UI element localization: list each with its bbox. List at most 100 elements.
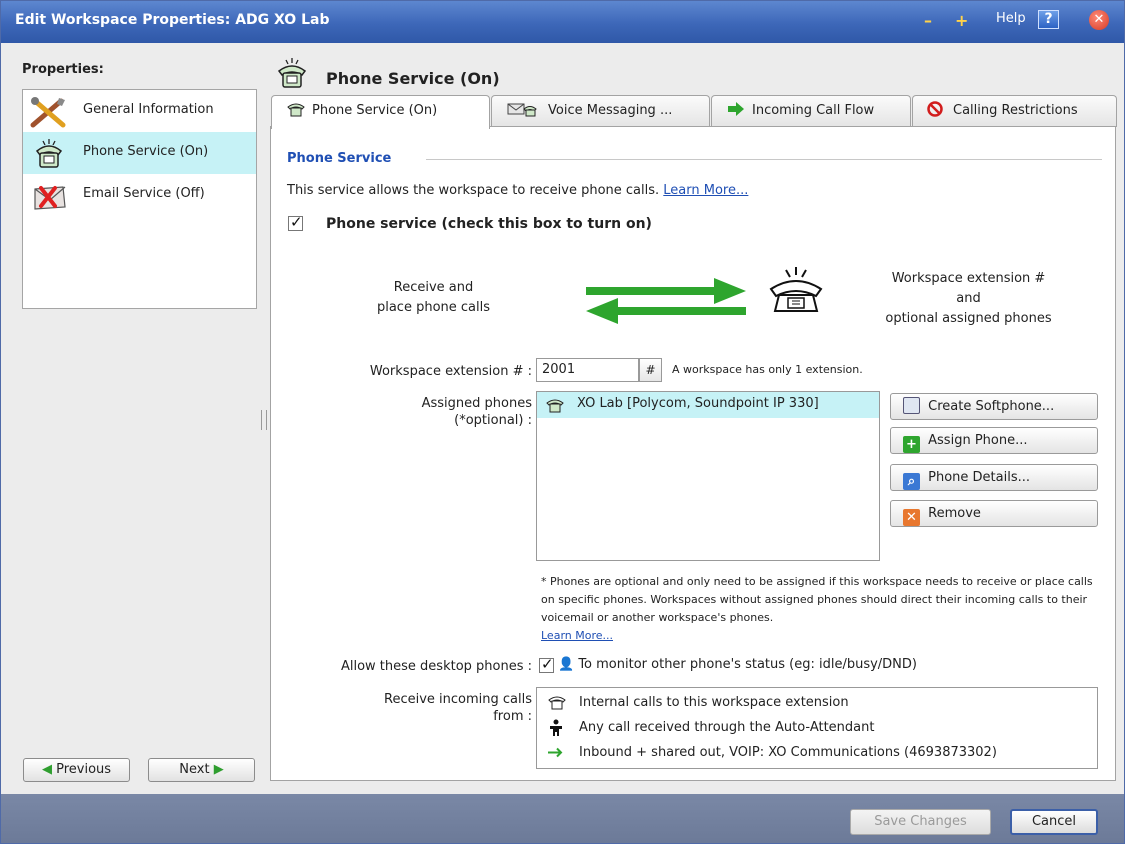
extension-picker-button[interactable]: #	[639, 358, 662, 382]
footnote-text: * Phones are optional and only need to b…	[541, 575, 1093, 624]
diagram-right-line: and	[956, 291, 981, 306]
window-title: Edit Workspace Properties: ADG XO Lab	[15, 12, 330, 28]
tab-incoming-call-flow[interactable]: Incoming Call Flow	[711, 95, 911, 127]
save-changes-button[interactable]: Save Changes	[850, 809, 991, 835]
phone-service-label: Phone service (check this box to turn on…	[326, 216, 652, 232]
email-off-icon	[29, 179, 69, 213]
help-label[interactable]: Help	[996, 11, 1026, 26]
previous-label: Previous	[56, 762, 112, 777]
button-label: Remove	[928, 506, 981, 521]
desktop-phones-option: 👤 To monitor other phone's status (eg: i…	[558, 657, 917, 672]
section-divider	[426, 159, 1102, 160]
phone-icon	[273, 57, 311, 91]
assigned-phones-label: Assigned phones (*optional) :	[287, 395, 532, 429]
tab-calling-restrictions[interactable]: Calling Restrictions	[912, 95, 1117, 127]
intro-sentence: This service allows the workspace to rec…	[287, 183, 660, 198]
tools-icon	[29, 95, 69, 129]
remove-button[interactable]: ✕ Remove	[890, 500, 1098, 527]
properties-item-label: Phone Service (On)	[83, 144, 209, 159]
diagram-left-line: Receive and	[393, 280, 474, 295]
extension-label: Workspace extension # :	[369, 364, 532, 379]
button-label: Assign Phone...	[928, 433, 1028, 448]
tab-voice-messaging[interactable]: Voice Messaging ...	[491, 95, 710, 127]
monitor-icon	[903, 397, 920, 414]
desktop-phones-checkbox[interactable]: ✓	[539, 655, 554, 673]
green-arrow-icon	[547, 744, 565, 761]
remove-x-icon: ✕	[903, 509, 920, 526]
checkmark-icon: ✓	[290, 213, 303, 231]
incoming-text: Any call received through the Auto-Atten…	[579, 720, 875, 735]
edit-workspace-dialog: Edit Workspace Properties: ADG XO Lab – …	[0, 0, 1125, 844]
minimize-button[interactable]: –	[924, 9, 932, 33]
tab-label: Incoming Call Flow	[752, 103, 875, 118]
create-softphone-button[interactable]: Create Softphone...	[890, 393, 1098, 420]
assigned-phones-list[interactable]: XO Lab [Polycom, Soundpoint IP 330]	[536, 391, 880, 561]
phone-icon	[545, 397, 565, 422]
incoming-calls-label: Receive incoming calls from :	[287, 691, 532, 725]
no-entry-icon	[927, 99, 947, 117]
properties-item-phone-service[interactable]: Phone Service (On)	[23, 132, 256, 174]
assigned-phones-footnote: * Phones are optional and only need to b…	[541, 573, 1101, 645]
diagram-left-text: Receive and place phone calls	[341, 278, 526, 318]
panel-splitter[interactable]	[261, 410, 267, 430]
list-item[interactable]: XO Lab [Polycom, Soundpoint IP 330]	[537, 392, 879, 418]
button-label: Phone Details...	[928, 470, 1031, 485]
phone-service-panel: Phone Service This service allows the wo…	[270, 126, 1116, 781]
two-way-arrows-icon	[581, 275, 751, 331]
magnifier-icon: ⌕	[903, 473, 920, 490]
triangle-left-icon: ◀	[41, 762, 52, 777]
properties-item-email-service[interactable]: Email Service (Off)	[23, 174, 256, 216]
properties-item-label: General Information	[83, 102, 214, 117]
plus-icon: +	[903, 436, 920, 453]
section-title: Phone Service	[287, 151, 392, 166]
title-bar: Edit Workspace Properties: ADG XO Lab – …	[1, 1, 1124, 43]
assigned-phones-label-line: Assigned phones	[421, 396, 532, 411]
diagram-right-line: Workspace extension #	[891, 271, 1046, 286]
desktop-phones-label: Allow these desktop phones :	[340, 659, 532, 674]
incoming-text: Internal calls to this workspace extensi…	[579, 695, 849, 710]
list-item: Inbound + shared out, VOIP: XO Communica…	[537, 740, 1097, 765]
assigned-phones-label-line: (*optional) :	[454, 413, 532, 428]
tab-label: Phone Service (On)	[312, 103, 438, 118]
tab-phone-service[interactable]: Phone Service (On)	[271, 95, 490, 129]
desk-phone-icon	[765, 265, 827, 319]
attendant-icon	[547, 719, 565, 736]
phone-details-button[interactable]: ⌕ Phone Details...	[890, 464, 1098, 491]
next-button[interactable]: Next ▶	[148, 758, 255, 782]
maximize-button[interactable]: +	[955, 9, 968, 33]
incoming-text: Inbound + shared out, VOIP: XO Communica…	[579, 745, 997, 760]
extension-note: A workspace has only 1 extension.	[672, 363, 863, 376]
phone-icon	[286, 99, 306, 117]
voicemail-icon	[506, 99, 542, 117]
footnote-learn-more-link[interactable]: Learn More...	[541, 629, 613, 642]
phone-icon	[547, 694, 566, 711]
learn-more-link[interactable]: Learn More...	[663, 183, 748, 198]
extension-input[interactable]: 2001	[536, 358, 639, 382]
green-arrow-icon	[726, 99, 746, 116]
assign-phone-button[interactable]: + Assign Phone...	[890, 427, 1098, 454]
close-icon[interactable]: ✕	[1089, 10, 1109, 30]
incoming-calls-list: Internal calls to this workspace extensi…	[536, 687, 1098, 769]
phone-service-checkbox[interactable]: ✓	[288, 213, 303, 231]
assigned-phone-name: XO Lab [Polycom, Soundpoint IP 330]	[577, 396, 819, 411]
tab-label: Calling Restrictions	[953, 103, 1078, 118]
previous-button[interactable]: ◀ Previous	[23, 758, 130, 782]
list-item: Any call received through the Auto-Atten…	[537, 715, 1097, 740]
checkmark-icon: ✓	[541, 655, 554, 673]
button-label: Create Softphone...	[928, 399, 1055, 414]
diagram-right-line: optional assigned phones	[885, 311, 1052, 326]
properties-list: General Information Phone Service (On) E…	[22, 89, 257, 309]
properties-heading: Properties:	[22, 62, 104, 77]
triangle-right-icon: ▶	[213, 762, 224, 777]
properties-item-general[interactable]: General Information	[23, 90, 256, 132]
properties-item-label: Email Service (Off)	[83, 186, 205, 201]
person-icon: 👤	[558, 657, 575, 672]
help-icon[interactable]: ?	[1038, 10, 1059, 29]
list-item: Internal calls to this workspace extensi…	[537, 690, 1097, 715]
cancel-button[interactable]: Cancel	[1010, 809, 1098, 835]
intro-text: This service allows the workspace to rec…	[287, 183, 748, 198]
desktop-phones-text: To monitor other phone's status (eg: idl…	[578, 657, 917, 672]
next-label: Next	[179, 762, 210, 777]
diagram-right-text: Workspace extension # and optional assig…	[846, 269, 1091, 329]
incoming-calls-label-line: Receive incoming calls	[384, 692, 532, 707]
